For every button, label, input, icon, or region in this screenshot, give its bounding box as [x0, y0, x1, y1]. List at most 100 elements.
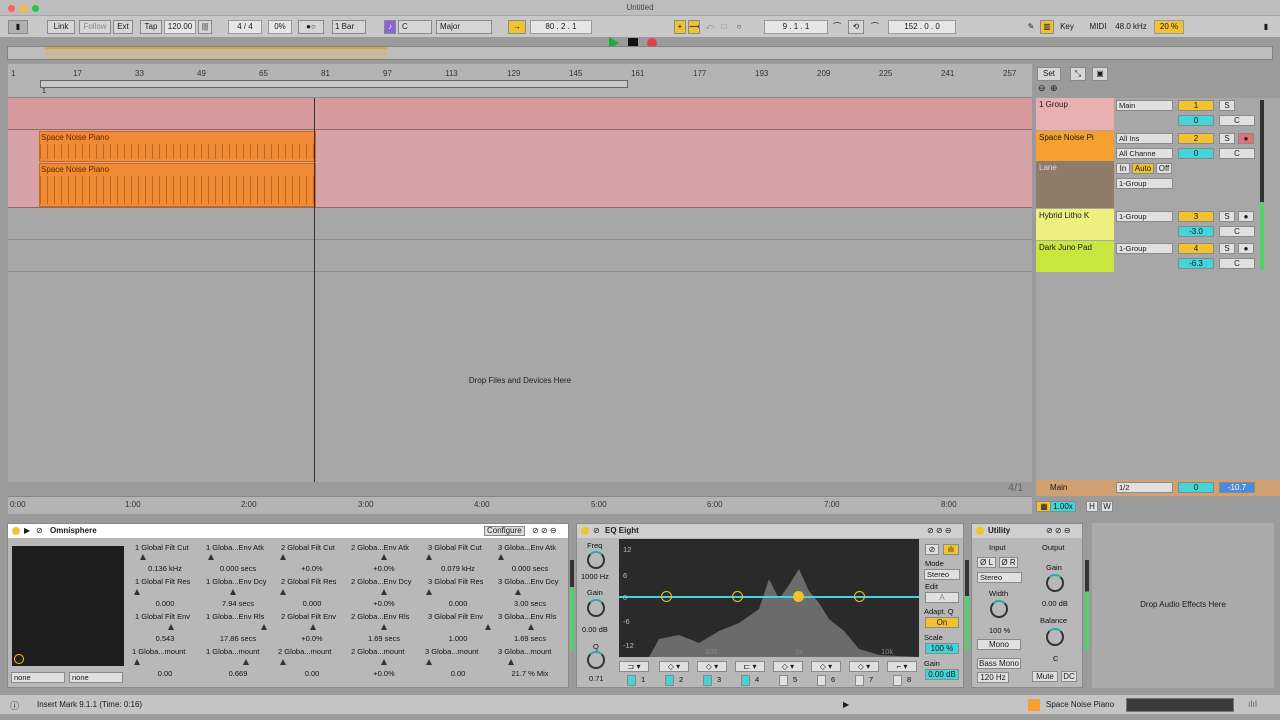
computer-keyboard-icon[interactable]: ▥ [1040, 20, 1054, 34]
volume-field[interactable]: -3.0 [1178, 226, 1214, 237]
plugin-preview[interactable] [12, 546, 124, 666]
nav-back-icon[interactable]: ⊖ [1038, 83, 1046, 94]
automation-arm-icon[interactable]: ⟿ [688, 20, 700, 34]
session-record-icon[interactable]: ○ [732, 20, 746, 34]
param-value[interactable]: +0.0% [282, 564, 342, 573]
track-activator[interactable]: 1 [1178, 100, 1214, 111]
output-select[interactable]: 1-Group [1116, 211, 1173, 222]
record-arm-button[interactable]: ● [1238, 243, 1254, 254]
ext-button[interactable]: Ext [113, 20, 133, 34]
track-header-hybrid[interactable]: Hybrid Litho K [1036, 209, 1114, 240]
loop-brace[interactable] [40, 80, 628, 88]
output-select[interactable]: 1-Group [1116, 178, 1173, 189]
solo-button[interactable]: S [1219, 211, 1235, 222]
param-slider[interactable] [280, 589, 286, 595]
band-filter-type-select[interactable]: ◇ ▾ [697, 661, 727, 672]
view-toggle-icon[interactable]: ▮ [8, 20, 28, 34]
time-signature-field[interactable]: 4 / 4 [228, 20, 262, 34]
info-icon[interactable]: ⓘ [10, 699, 19, 712]
param-slider[interactable] [261, 624, 267, 630]
volume-field[interactable]: 0 [1178, 115, 1214, 126]
device-settings-icon[interactable]: ⊘ ⊘ ⊖ [532, 524, 557, 538]
param-slider[interactable] [515, 589, 521, 595]
band-filter-type-select[interactable]: ◇ ▾ [659, 661, 689, 672]
record-arm-button[interactable]: ● [1238, 133, 1254, 144]
track-lane-hybrid[interactable] [8, 208, 1032, 240]
band-toggle[interactable] [855, 675, 864, 686]
param-slider[interactable] [280, 554, 286, 560]
param-slider[interactable] [485, 624, 491, 630]
output-gain-field[interactable]: 0.00 dB [925, 669, 959, 680]
device-settings-icon[interactable]: ⊘ ⊘ ⊖ [927, 524, 952, 538]
solo-button[interactable]: S [1219, 133, 1235, 144]
width-knob[interactable] [990, 600, 1008, 618]
freq-knob[interactable] [587, 551, 605, 569]
draw-tool-icon[interactable]: ⤡ [1070, 67, 1086, 81]
track-lane-group[interactable] [8, 98, 1032, 130]
param-slider[interactable] [426, 589, 432, 595]
band-toggle[interactable] [817, 675, 826, 686]
play-arrow-icon[interactable]: ▶ [843, 700, 849, 709]
param-value[interactable]: 0.000 [428, 599, 488, 608]
param-value[interactable]: 21.7 % Mix [500, 669, 560, 678]
band-filter-type-select[interactable]: ◇ ▾ [773, 661, 803, 672]
metronome-icon[interactable]: ●○ [298, 20, 324, 34]
pan-field[interactable]: C [1219, 115, 1255, 126]
draw-mode-icon[interactable]: ✎ [1024, 20, 1038, 34]
param-value[interactable]: 0.669 [208, 669, 268, 678]
param-value[interactable]: 1.69 secs [354, 634, 414, 643]
chain-select-a[interactable]: none [11, 672, 65, 683]
param-slider[interactable] [243, 659, 249, 665]
param-value[interactable]: +0.0% [354, 564, 414, 573]
phase-left-button[interactable]: Ø L [977, 557, 996, 568]
solo-button[interactable]: S [1219, 243, 1235, 254]
groove-amount-field[interactable]: 0% [268, 20, 292, 34]
scale-mode-icon[interactable]: ♪ [384, 20, 396, 34]
set-button[interactable]: Set [1037, 67, 1061, 81]
midi-map-button[interactable]: MIDI [1086, 20, 1110, 34]
param-slider[interactable] [498, 554, 504, 560]
w-button[interactable]: W [1101, 501, 1113, 512]
balance-value[interactable]: C [1053, 654, 1058, 663]
param-value[interactable]: +0.0% [282, 634, 342, 643]
track-lane-space-noise[interactable]: Space Noise Piano Space Noise Piano [8, 130, 1032, 208]
track-activator[interactable]: 4 [1178, 243, 1214, 254]
track-activator[interactable]: 3 [1178, 211, 1214, 222]
chain-select-b[interactable]: none [69, 672, 123, 683]
mini-clip-overview[interactable] [1126, 698, 1234, 712]
arrangement-overview[interactable] [7, 46, 1273, 60]
configure-button[interactable]: Configure [484, 526, 525, 536]
output-select[interactable]: Main [1116, 100, 1173, 111]
record-arm-button[interactable]: ● [1238, 211, 1254, 222]
phase-right-button[interactable]: Ø R [999, 557, 1018, 568]
param-slider[interactable] [310, 624, 316, 630]
param-value[interactable]: 0.000 secs [500, 564, 560, 573]
param-slider[interactable] [426, 554, 432, 560]
param-slider[interactable] [168, 624, 174, 630]
reenable-automation-icon[interactable]: ⤺ [704, 20, 716, 34]
param-slider[interactable] [381, 589, 387, 595]
bass-mono-button[interactable]: Bass Mono [977, 658, 1021, 669]
key-map-button[interactable]: Key [1056, 20, 1078, 34]
param-slider[interactable] [134, 659, 140, 665]
track-header-juno[interactable]: Dark Juno Pad [1036, 241, 1114, 272]
param-slider[interactable] [426, 659, 432, 665]
balance-knob[interactable] [1046, 628, 1064, 646]
adapt-q-toggle[interactable]: On [925, 617, 959, 628]
device-settings-icon[interactable]: ⊘ ⊘ ⊖ [1046, 524, 1071, 538]
zoom-field[interactable]: 1.00x [1050, 501, 1076, 512]
param-value[interactable]: +0.0% [354, 599, 414, 608]
device-on-icon[interactable] [976, 527, 984, 535]
channel-mode-select[interactable]: Stereo [977, 572, 1022, 583]
band-toggle[interactable] [703, 675, 712, 686]
monitor-in-button[interactable]: In [1116, 163, 1130, 174]
follow-button[interactable]: Follow [79, 20, 111, 34]
param-slider[interactable] [208, 554, 214, 560]
key-select[interactable]: C [398, 20, 432, 34]
q-knob[interactable] [587, 651, 605, 669]
param-value[interactable]: 3.00 secs [500, 599, 560, 608]
param-value[interactable]: 7.94 secs [208, 599, 268, 608]
expand-icon[interactable]: ▶ [24, 524, 30, 538]
loop-length-field[interactable]: 152 . 0 . 0 [888, 20, 956, 34]
adaptive-mode-icon[interactable]: ılı [943, 544, 959, 555]
